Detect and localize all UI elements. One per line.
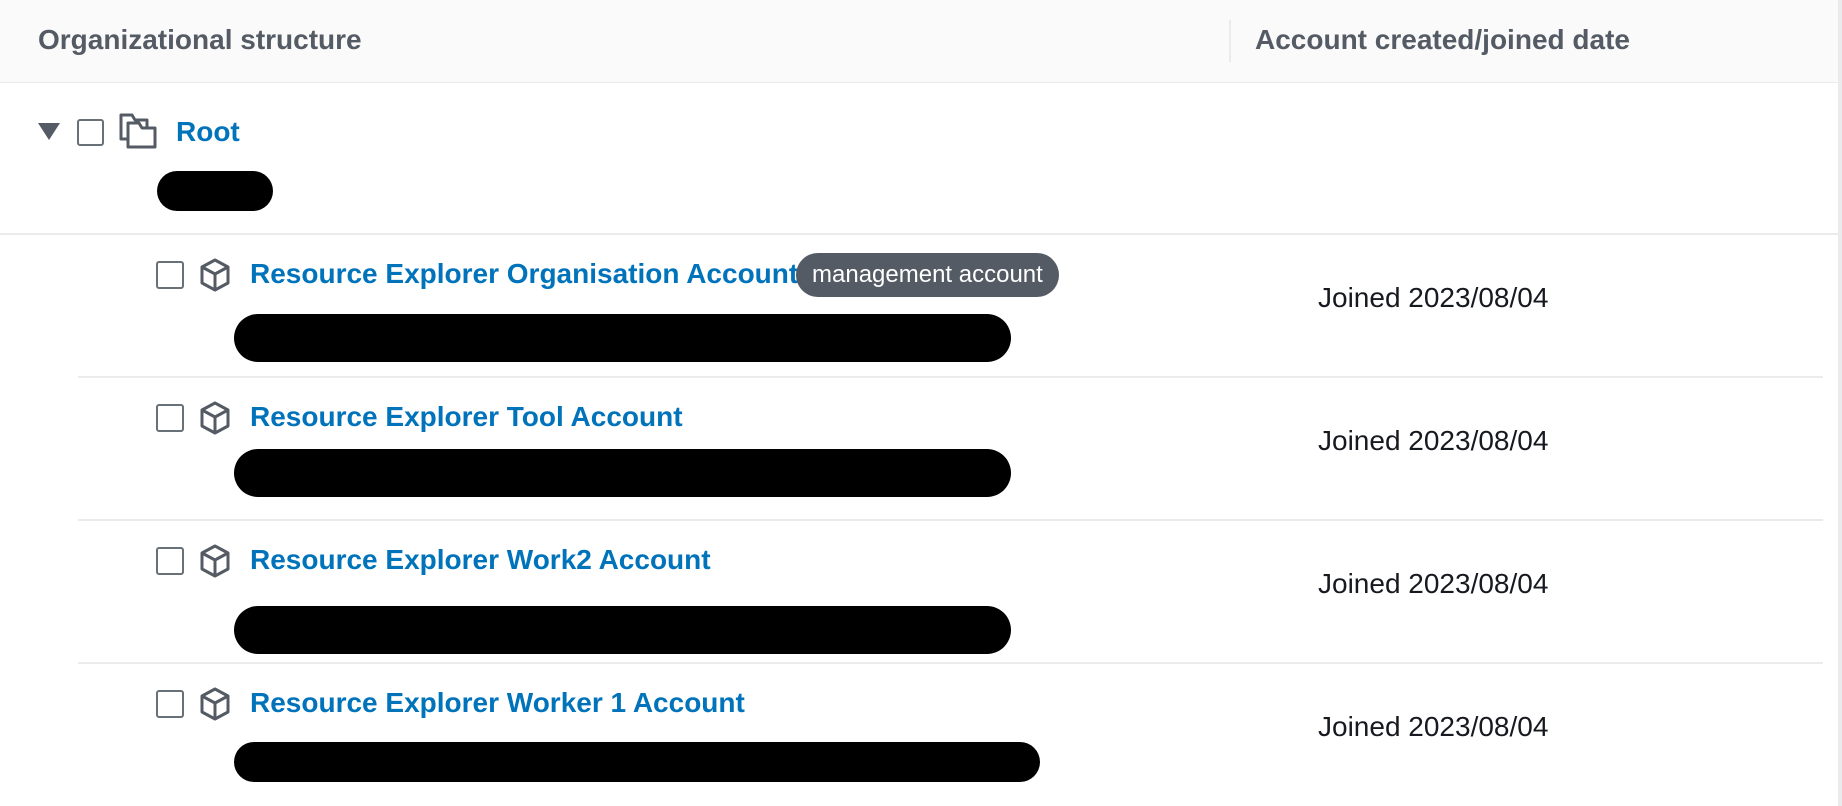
table-row-root: Root [0, 83, 1838, 235]
account-name-link[interactable]: Resource Explorer Worker 1 Account [250, 685, 745, 721]
redacted-root-id [157, 171, 273, 211]
account-cube-icon [200, 401, 230, 435]
column-divider[interactable] [1229, 20, 1231, 62]
table-row: Resource Explorer Worker 1 Account Joine… [78, 663, 1823, 805]
joined-date: Joined 2023/08/04 [1318, 568, 1549, 599]
account-checkbox[interactable] [156, 690, 184, 718]
account-cube-icon [200, 544, 230, 578]
account-cube-icon [200, 687, 230, 721]
root-link[interactable]: Root [176, 114, 240, 150]
management-account-badge: management account [796, 253, 1059, 297]
caret-down-icon[interactable] [38, 123, 60, 140]
joined-date: Joined 2023/08/04 [1318, 282, 1549, 313]
redacted-account-details [234, 606, 1011, 654]
column-header-structure[interactable]: Organizational structure [38, 22, 362, 58]
account-name-link[interactable]: Resource Explorer Tool Account [250, 399, 683, 435]
account-checkbox[interactable] [156, 261, 184, 289]
redacted-account-details [234, 449, 1011, 497]
joined-date: Joined 2023/08/04 [1318, 425, 1549, 456]
table-header: Organizational structure Account created… [0, 0, 1842, 83]
redacted-account-details [234, 314, 1011, 362]
table-row: Resource Explorer Tool Account Joined 20… [78, 377, 1823, 521]
joined-date: Joined 2023/08/04 [1318, 711, 1549, 742]
organizational-unit-icon [119, 113, 157, 149]
account-checkbox[interactable] [156, 404, 184, 432]
root-checkbox[interactable] [77, 119, 104, 146]
account-cube-icon [200, 258, 230, 292]
scrollbar-edge [1838, 0, 1842, 806]
column-header-date[interactable]: Account created/joined date [1255, 22, 1630, 58]
account-checkbox[interactable] [156, 547, 184, 575]
table-row: Resource Explorer Work2 Account Joined 2… [78, 520, 1823, 664]
table-row: Resource Explorer Organisation Account m… [78, 234, 1823, 378]
account-name-link[interactable]: Resource Explorer Work2 Account [250, 542, 711, 578]
redacted-account-details [234, 742, 1040, 782]
account-name-link[interactable]: Resource Explorer Organisation Account [250, 256, 798, 292]
org-structure-table: Organizational structure Account created… [0, 0, 1842, 806]
